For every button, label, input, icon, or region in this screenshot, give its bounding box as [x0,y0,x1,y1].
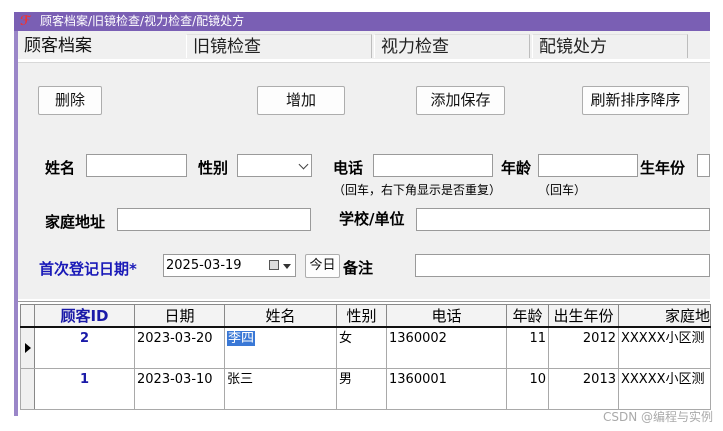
window-titlebar: ℱ 顾客档案/旧镜检查/视力检查/配镜处方 [14,12,710,31]
age-label: 年龄 [501,159,532,177]
cell-age[interactable]: 10 [506,368,549,410]
column-header-address[interactable]: 家庭地 [618,304,711,328]
row-selector[interactable] [20,326,35,369]
cell-name[interactable]: 张三 [224,368,337,410]
birth-year-input[interactable] [697,154,710,177]
tab-old-glasses-check[interactable]: 旧镜检查 [186,34,372,58]
add-button[interactable]: 增加 [257,86,345,115]
current-row-pointer-icon [25,343,31,353]
name-input[interactable] [86,154,187,177]
birth-year-label: 生年份 [640,159,686,177]
cell-address[interactable]: XXXXX小区测 [618,368,711,410]
age-hint: （回车） [538,183,587,197]
column-header-birth-year[interactable]: 出生年份 [548,304,619,328]
cell-address[interactable]: XXXXX小区测 [618,326,711,369]
first-date-picker[interactable]: 2025-03-19 [163,254,296,277]
cell-gender[interactable]: 女 [336,326,387,369]
customer-grid: 顾客ID 日期 姓名 性别 电话 年龄 出生年份 家庭地 2 2023-03-2… [20,304,711,410]
cell-phone[interactable]: 1360001 [386,368,507,410]
delete-button[interactable]: 删除 [38,86,102,115]
cell-date[interactable]: 2023-03-20 [134,326,225,369]
watermark-text: CSDN @编程与实例 [602,410,713,424]
tab-prescription[interactable]: 配镜处方 [532,34,688,58]
row-header-corner [20,304,35,328]
cell-birth-year[interactable]: 2012 [548,326,619,369]
refresh-sort-desc-button[interactable]: 刷新排序降序 [582,86,689,115]
first-date-value: 2025-03-19 [166,258,242,273]
cell-birth-year[interactable]: 2013 [548,368,619,410]
today-button[interactable]: 今日 [305,254,340,278]
first-date-label: 首次登记日期* [39,260,137,278]
cell-phone[interactable]: 1360002 [386,326,507,369]
table-row[interactable]: 1 2023-03-10 张三 男 1360001 10 2013 XXXXX小… [20,368,711,410]
column-header-gender[interactable]: 性别 [336,304,387,328]
chevron-down-icon [298,159,309,170]
cell-gender[interactable]: 男 [336,368,387,410]
calendar-icon[interactable] [269,260,279,270]
phone-input[interactable] [373,154,493,177]
cell-age[interactable]: 11 [506,326,549,369]
cell-date[interactable]: 2023-03-10 [134,368,225,410]
save-button[interactable]: 添加保存 [416,86,505,115]
table-row[interactable]: 2 2023-03-20 李四 女 1360002 11 2012 XXXXX小… [20,326,711,369]
column-header-customer-id[interactable]: 顾客ID [34,304,135,328]
phone-label: 电话 [333,159,364,177]
cell-customer-id[interactable]: 2 [34,326,135,369]
column-header-name[interactable]: 姓名 [224,304,337,328]
cell-customer-id[interactable]: 1 [34,368,135,410]
address-input[interactable] [117,208,311,231]
column-header-phone[interactable]: 电话 [386,304,507,328]
name-label: 姓名 [45,159,76,177]
remark-label: 备注 [343,259,374,277]
tab-customer-records[interactable]: 顾客档案 [18,34,184,58]
app-logo-icon: ℱ [20,14,31,29]
tab-vision-check[interactable]: 视力检查 [374,34,530,58]
cell-name[interactable]: 李四 [224,326,337,369]
caret-down-icon[interactable] [283,264,291,269]
row-selector[interactable] [20,368,35,410]
column-header-age[interactable]: 年龄 [506,304,549,328]
gender-label: 性别 [198,159,229,177]
school-label: 学校/单位 [339,210,405,228]
remark-input[interactable] [415,254,710,277]
address-label: 家庭地址 [45,213,106,231]
column-header-date[interactable]: 日期 [134,304,225,328]
gender-select[interactable] [237,154,312,177]
age-input[interactable] [538,154,638,177]
window-title: 顾客档案/旧镜检查/视力检查/配镜处方 [40,14,245,28]
cell-name-text-selected[interactable]: 李四 [227,331,256,346]
phone-hint: （回车，右下角显示是否重复） [333,183,502,197]
grid-header-row: 顾客ID 日期 姓名 性别 电话 年龄 出生年份 家庭地 [20,304,711,328]
school-input[interactable] [416,208,710,231]
